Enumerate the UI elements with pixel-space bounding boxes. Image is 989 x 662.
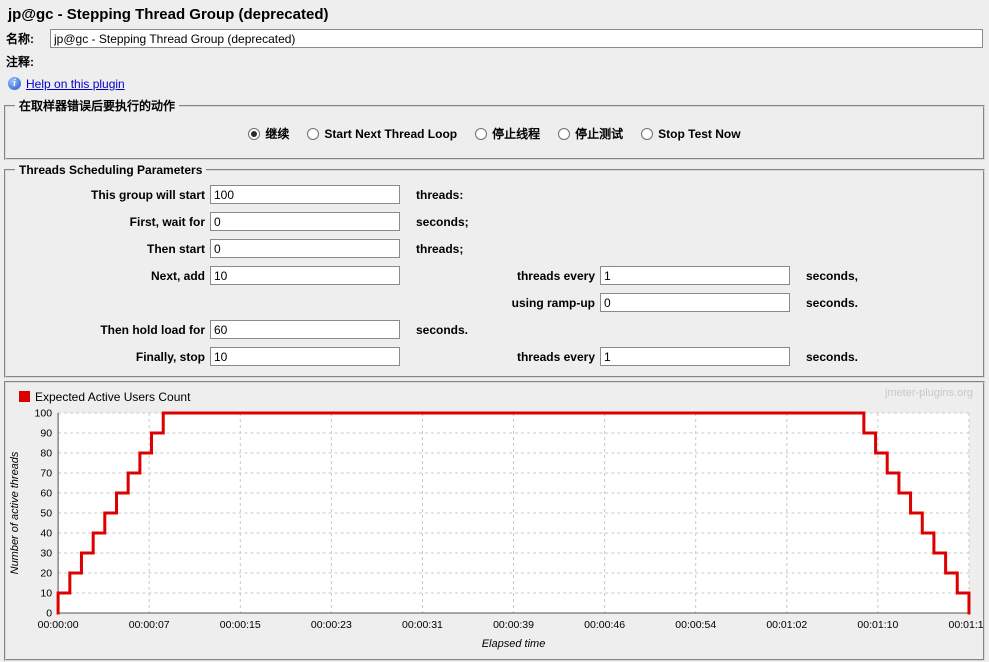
row-finally-stop: Finally, stop threads every seconds. [10, 343, 979, 370]
field-suffix: threads; [408, 242, 600, 256]
radio-icon [475, 128, 487, 140]
field-label: using ramp-up [408, 296, 600, 310]
field-suffix: seconds; [408, 215, 600, 229]
radio-label: 停止线程 [492, 125, 540, 142]
radio-stop-test[interactable]: 停止测试 [558, 125, 623, 142]
watermark: jmeter-plugins.org [885, 387, 973, 399]
start-users-count-input[interactable] [210, 239, 400, 258]
legend-label: Expected Active Users Count [35, 390, 190, 404]
row-then-start: Then start threads; [10, 235, 979, 262]
field-suffix: seconds. [798, 296, 979, 310]
svg-text:00:00:46: 00:00:46 [584, 619, 625, 631]
svg-text:10: 10 [40, 588, 52, 600]
svg-text:00:00:39: 00:00:39 [493, 619, 534, 631]
svg-text:Elapsed time: Elapsed time [482, 638, 546, 650]
comments-row: 注释: [0, 50, 989, 73]
decrement-users-input[interactable] [210, 347, 400, 366]
name-input[interactable] [50, 29, 983, 48]
svg-text:0: 0 [46, 608, 52, 620]
svg-text:00:00:54: 00:00:54 [675, 619, 716, 631]
field-label: This group will start [10, 188, 210, 202]
page-title: jp@gc - Stepping Thread Group (deprecate… [0, 0, 989, 27]
increment-period-input[interactable] [600, 266, 790, 285]
radio-label: 停止测试 [575, 125, 623, 142]
radio-icon [307, 128, 319, 140]
field-label: Then start [10, 242, 210, 256]
field-label: Finally, stop [10, 350, 210, 364]
svg-text:00:01:18: 00:01:18 [949, 619, 983, 631]
radio-icon [248, 128, 260, 140]
increment-users-input[interactable] [210, 266, 400, 285]
svg-text:30: 30 [40, 548, 52, 560]
error-action-group: 在取样器错误后要执行的动作 继续 Start Next Thread Loop … [4, 97, 985, 160]
row-next-add: Next, add threads every seconds, [10, 262, 979, 289]
svg-text:80: 80 [40, 448, 52, 460]
field-label: threads every [408, 350, 600, 364]
field-label: First, wait for [10, 215, 210, 229]
field-suffix: seconds. [408, 323, 600, 337]
field-label: threads every [408, 269, 600, 283]
radio-stop-test-now[interactable]: Stop Test Now [641, 127, 740, 141]
radio-stop-thread[interactable]: 停止线程 [475, 125, 540, 142]
row-group-will-start: This group will start threads: [10, 181, 979, 208]
decrement-period-input[interactable] [600, 347, 790, 366]
row-first-wait: First, wait for seconds; [10, 208, 979, 235]
radio-start-next-thread-loop[interactable]: Start Next Thread Loop [307, 127, 457, 141]
chart-legend: Expected Active Users Count [6, 383, 983, 405]
field-label: Next, add [10, 269, 210, 283]
svg-text:70: 70 [40, 468, 52, 480]
field-suffix: seconds, [798, 269, 979, 283]
stepping-thread-group-panel: jp@gc - Stepping Thread Group (deprecate… [0, 0, 989, 662]
radio-label: 继续 [265, 125, 289, 142]
svg-text:00:01:10: 00:01:10 [857, 619, 898, 631]
svg-text:00:00:23: 00:00:23 [311, 619, 352, 631]
initial-delay-input[interactable] [210, 212, 400, 231]
hold-load-input[interactable] [210, 320, 400, 339]
radio-icon [558, 128, 570, 140]
scheduling-rows: This group will start threads: First, wa… [10, 179, 979, 370]
chart-svg: 0 10 20 30 40 50 60 70 80 90 100 00:00:00 00:00:07 00… [6, 405, 983, 655]
scheduling-title: Threads Scheduling Parameters [15, 163, 206, 177]
field-suffix: seconds. [798, 350, 979, 364]
svg-text:50: 50 [40, 508, 52, 520]
help-row: i Help on this plugin [0, 73, 989, 94]
name-row: 名称: [0, 27, 989, 50]
svg-text:00:00:00: 00:00:00 [38, 619, 79, 631]
error-action-title: 在取样器错误后要执行的动作 [15, 97, 179, 114]
legend-swatch [19, 391, 30, 402]
svg-text:60: 60 [40, 488, 52, 500]
radio-label: Stop Test Now [658, 127, 740, 141]
chart-panel: Expected Active Users Count jmeter-plugi… [4, 381, 985, 661]
rampup-input[interactable] [600, 293, 790, 312]
name-label: 名称: [6, 30, 50, 47]
radio-icon [641, 128, 653, 140]
svg-text:Number of active threads: Number of active threads [9, 451, 21, 574]
comments-label: 注释: [6, 53, 50, 70]
svg-text:00:00:07: 00:00:07 [129, 619, 170, 631]
radio-label: Start Next Thread Loop [324, 127, 457, 141]
svg-text:20: 20 [40, 568, 52, 580]
field-label: Then hold load for [10, 323, 210, 337]
svg-text:00:00:15: 00:00:15 [220, 619, 261, 631]
svg-text:100: 100 [35, 408, 53, 420]
scheduling-group: Threads Scheduling Parameters This group… [4, 163, 985, 378]
help-link[interactable]: Help on this plugin [26, 77, 125, 91]
start-threads-input[interactable] [210, 185, 400, 204]
field-suffix: threads: [408, 188, 600, 202]
radio-continue[interactable]: 继续 [248, 125, 289, 142]
svg-text:00:00:31: 00:00:31 [402, 619, 443, 631]
row-hold-load: Then hold load for seconds. [10, 316, 979, 343]
svg-text:40: 40 [40, 528, 52, 540]
info-icon: i [8, 77, 21, 90]
svg-text:00:01:02: 00:01:02 [766, 619, 807, 631]
error-action-options: 继续 Start Next Thread Loop 停止线程 停止测试 Stop… [10, 116, 979, 152]
row-using-rampup: using ramp-up seconds. [10, 289, 979, 316]
comments-input[interactable] [50, 52, 983, 71]
svg-text:90: 90 [40, 428, 52, 440]
